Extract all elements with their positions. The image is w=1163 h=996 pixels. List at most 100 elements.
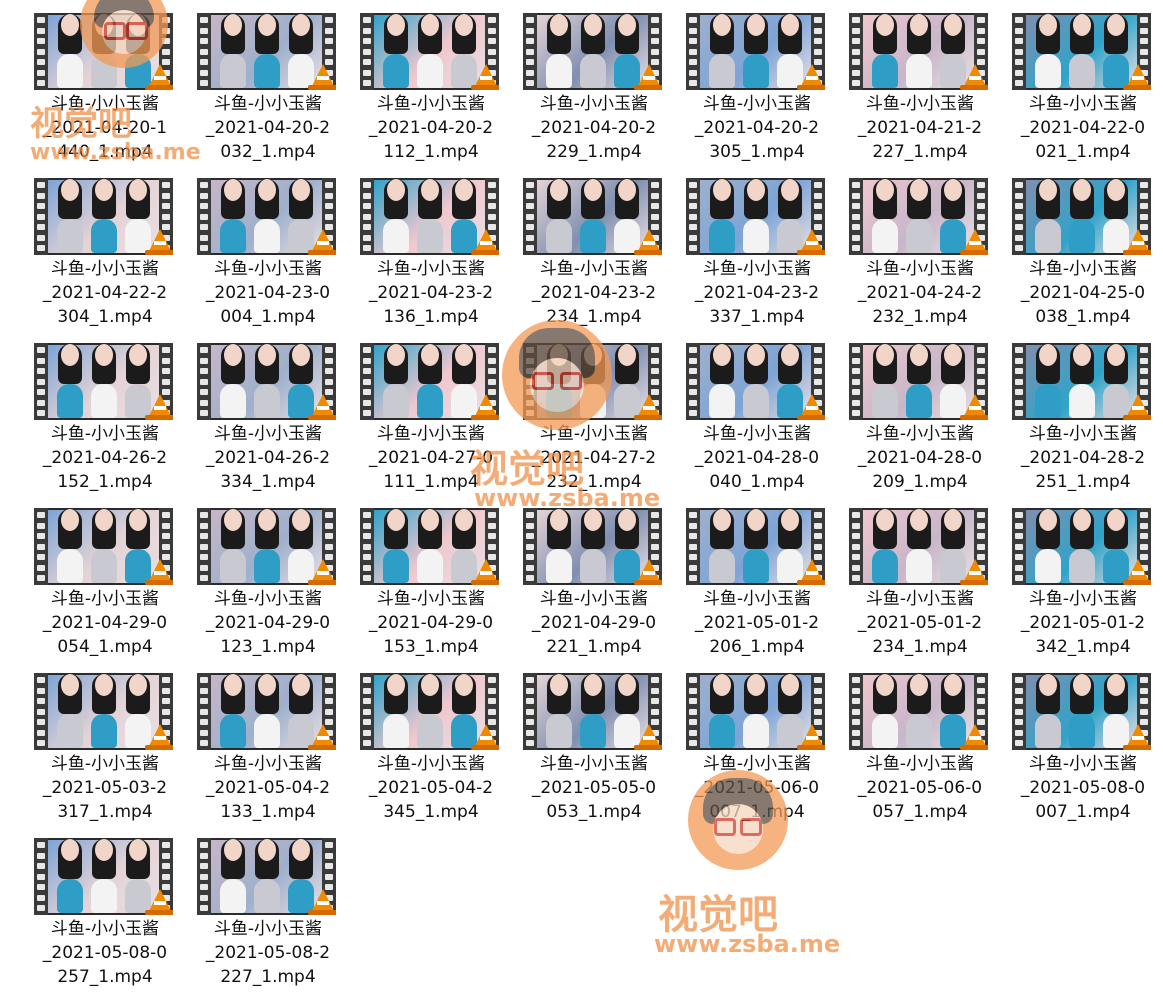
file-item[interactable]: 斗鱼-小小玉酱 _2021-05-06-0 057_1.mp4 xyxy=(825,660,988,825)
video-thumbnail[interactable] xyxy=(197,178,336,255)
file-item[interactable]: 斗鱼-小小玉酱 _2021-05-01-2 234_1.mp4 xyxy=(825,495,988,660)
video-thumbnail[interactable] xyxy=(523,343,662,420)
file-name[interactable]: 斗鱼-小小玉酱 _2021-05-06-0 007_1.mp4 xyxy=(662,752,852,824)
file-item[interactable]: 斗鱼-小小玉酱 _2021-04-20-1 440_1.mp4 xyxy=(10,0,173,165)
video-thumbnail[interactable] xyxy=(1012,508,1151,585)
video-thumbnail[interactable] xyxy=(523,178,662,255)
file-item[interactable]: 斗鱼-小小玉酱 _2021-05-04-2 345_1.mp4 xyxy=(336,660,499,825)
video-thumbnail[interactable] xyxy=(34,343,173,420)
file-item[interactable]: 斗鱼-小小玉酱 _2021-05-01-2 206_1.mp4 xyxy=(662,495,825,660)
video-thumbnail[interactable] xyxy=(686,178,825,255)
video-thumbnail[interactable] xyxy=(197,838,336,915)
file-item[interactable]: 斗鱼-小小玉酱 _2021-04-23-0 004_1.mp4 xyxy=(173,165,336,330)
file-name[interactable]: 斗鱼-小小玉酱 _2021-05-04-2 133_1.mp4 xyxy=(173,752,363,824)
video-thumbnail[interactable] xyxy=(197,13,336,90)
file-name[interactable]: 斗鱼-小小玉酱 _2021-04-29-0 054_1.mp4 xyxy=(10,587,200,659)
file-name[interactable]: 斗鱼-小小玉酱 _2021-05-05-0 053_1.mp4 xyxy=(499,752,689,824)
video-thumbnail[interactable] xyxy=(360,508,499,585)
file-name[interactable]: 斗鱼-小小玉酱 _2021-05-08-2 227_1.mp4 xyxy=(173,917,363,989)
video-thumbnail[interactable] xyxy=(360,343,499,420)
video-thumbnail[interactable] xyxy=(523,13,662,90)
file-name[interactable]: 斗鱼-小小玉酱 _2021-04-29-0 221_1.mp4 xyxy=(499,587,689,659)
file-item[interactable]: 斗鱼-小小玉酱 _2021-05-01-2 342_1.mp4 xyxy=(988,495,1151,660)
file-name[interactable]: 斗鱼-小小玉酱 _2021-04-20-1 440_1.mp4 xyxy=(10,92,200,164)
video-thumbnail[interactable] xyxy=(360,673,499,750)
file-name[interactable]: 斗鱼-小小玉酱 _2021-05-01-2 206_1.mp4 xyxy=(662,587,852,659)
video-thumbnail[interactable] xyxy=(1012,178,1151,255)
video-thumbnail[interactable] xyxy=(523,508,662,585)
file-item[interactable]: 斗鱼-小小玉酱 _2021-04-28-0 209_1.mp4 xyxy=(825,330,988,495)
file-name[interactable]: 斗鱼-小小玉酱 _2021-04-28-0 209_1.mp4 xyxy=(825,422,1015,494)
file-name[interactable]: 斗鱼-小小玉酱 _2021-05-01-2 342_1.mp4 xyxy=(988,587,1163,659)
file-item[interactable]: 斗鱼-小小玉酱 _2021-04-29-0 221_1.mp4 xyxy=(499,495,662,660)
file-item[interactable]: 斗鱼-小小玉酱 _2021-04-20-2 032_1.mp4 xyxy=(173,0,336,165)
file-name[interactable]: 斗鱼-小小玉酱 _2021-05-06-0 057_1.mp4 xyxy=(825,752,1015,824)
file-item[interactable]: 斗鱼-小小玉酱 _2021-04-22-0 021_1.mp4 xyxy=(988,0,1151,165)
file-name[interactable]: 斗鱼-小小玉酱 _2021-04-26-2 152_1.mp4 xyxy=(10,422,200,494)
file-name[interactable]: 斗鱼-小小玉酱 _2021-04-22-0 021_1.mp4 xyxy=(988,92,1163,164)
file-name[interactable]: 斗鱼-小小玉酱 _2021-05-03-2 317_1.mp4 xyxy=(10,752,200,824)
video-thumbnail[interactable] xyxy=(1012,673,1151,750)
video-thumbnail[interactable] xyxy=(197,343,336,420)
file-item[interactable]: 斗鱼-小小玉酱 _2021-04-26-2 334_1.mp4 xyxy=(173,330,336,495)
video-thumbnail[interactable] xyxy=(849,508,988,585)
file-name[interactable]: 斗鱼-小小玉酱 _2021-04-27-2 232_1.mp4 xyxy=(499,422,689,494)
video-thumbnail[interactable] xyxy=(686,343,825,420)
file-item[interactable]: 斗鱼-小小玉酱 _2021-04-28-2 251_1.mp4 xyxy=(988,330,1151,495)
file-name[interactable]: 斗鱼-小小玉酱 _2021-04-25-0 038_1.mp4 xyxy=(988,257,1163,329)
file-item[interactable]: 斗鱼-小小玉酱 _2021-05-08-2 227_1.mp4 xyxy=(173,825,336,990)
file-item[interactable]: 斗鱼-小小玉酱 _2021-04-29-0 123_1.mp4 xyxy=(173,495,336,660)
file-item[interactable]: 斗鱼-小小玉酱 _2021-04-20-2 305_1.mp4 xyxy=(662,0,825,165)
video-thumbnail[interactable] xyxy=(686,13,825,90)
file-name[interactable]: 斗鱼-小小玉酱 _2021-04-23-0 004_1.mp4 xyxy=(173,257,363,329)
file-item[interactable]: 斗鱼-小小玉酱 _2021-04-20-2 112_1.mp4 xyxy=(336,0,499,165)
file-name[interactable]: 斗鱼-小小玉酱 _2021-04-26-2 334_1.mp4 xyxy=(173,422,363,494)
video-thumbnail[interactable] xyxy=(1012,343,1151,420)
file-item[interactable]: 斗鱼-小小玉酱 _2021-04-23-2 136_1.mp4 xyxy=(336,165,499,330)
file-item[interactable]: 斗鱼-小小玉酱 _2021-04-26-2 152_1.mp4 xyxy=(10,330,173,495)
file-item[interactable]: 斗鱼-小小玉酱 _2021-04-29-0 153_1.mp4 xyxy=(336,495,499,660)
file-item[interactable]: 斗鱼-小小玉酱 _2021-04-23-2 337_1.mp4 xyxy=(662,165,825,330)
file-name[interactable]: 斗鱼-小小玉酱 _2021-04-20-2 112_1.mp4 xyxy=(336,92,526,164)
video-thumbnail[interactable] xyxy=(34,673,173,750)
video-thumbnail[interactable] xyxy=(1012,13,1151,90)
file-item[interactable]: 斗鱼-小小玉酱 _2021-04-29-0 054_1.mp4 xyxy=(10,495,173,660)
video-thumbnail[interactable] xyxy=(34,13,173,90)
file-item[interactable]: 斗鱼-小小玉酱 _2021-04-24-2 232_1.mp4 xyxy=(825,165,988,330)
file-item[interactable]: 斗鱼-小小玉酱 _2021-05-03-2 317_1.mp4 xyxy=(10,660,173,825)
video-thumbnail[interactable] xyxy=(360,13,499,90)
file-name[interactable]: 斗鱼-小小玉酱 _2021-04-23-2 234_1.mp4 xyxy=(499,257,689,329)
file-name[interactable]: 斗鱼-小小玉酱 _2021-04-28-2 251_1.mp4 xyxy=(988,422,1163,494)
video-thumbnail[interactable] xyxy=(686,508,825,585)
video-thumbnail[interactable] xyxy=(360,178,499,255)
file-item[interactable]: 斗鱼-小小玉酱 _2021-04-25-0 038_1.mp4 xyxy=(988,165,1151,330)
video-thumbnail[interactable] xyxy=(197,508,336,585)
video-thumbnail[interactable] xyxy=(686,673,825,750)
file-name[interactable]: 斗鱼-小小玉酱 _2021-05-08-0 257_1.mp4 xyxy=(10,917,200,989)
file-item[interactable]: 斗鱼-小小玉酱 _2021-04-22-2 304_1.mp4 xyxy=(10,165,173,330)
file-item[interactable]: 斗鱼-小小玉酱 _2021-05-05-0 053_1.mp4 xyxy=(499,660,662,825)
file-item[interactable]: 斗鱼-小小玉酱 _2021-05-04-2 133_1.mp4 xyxy=(173,660,336,825)
video-thumbnail[interactable] xyxy=(849,178,988,255)
file-item[interactable]: 斗鱼-小小玉酱 _2021-05-08-0 007_1.mp4 xyxy=(988,660,1151,825)
video-thumbnail[interactable] xyxy=(849,13,988,90)
file-item[interactable]: 斗鱼-小小玉酱 _2021-04-23-2 234_1.mp4 xyxy=(499,165,662,330)
file-name[interactable]: 斗鱼-小小玉酱 _2021-04-20-2 032_1.mp4 xyxy=(173,92,363,164)
file-name[interactable]: 斗鱼-小小玉酱 _2021-04-27-0 111_1.mp4 xyxy=(336,422,526,494)
file-name[interactable]: 斗鱼-小小玉酱 _2021-04-21-2 227_1.mp4 xyxy=(825,92,1015,164)
file-item[interactable]: 斗鱼-小小玉酱 _2021-04-28-0 040_1.mp4 xyxy=(662,330,825,495)
video-thumbnail[interactable] xyxy=(849,673,988,750)
file-name[interactable]: 斗鱼-小小玉酱 _2021-04-29-0 153_1.mp4 xyxy=(336,587,526,659)
file-item[interactable]: 斗鱼-小小玉酱 _2021-04-20-2 229_1.mp4 xyxy=(499,0,662,165)
file-name[interactable]: 斗鱼-小小玉酱 _2021-05-01-2 234_1.mp4 xyxy=(825,587,1015,659)
file-name[interactable]: 斗鱼-小小玉酱 _2021-05-04-2 345_1.mp4 xyxy=(336,752,526,824)
file-item[interactable]: 斗鱼-小小玉酱 _2021-04-21-2 227_1.mp4 xyxy=(825,0,988,165)
file-name[interactable]: 斗鱼-小小玉酱 _2021-04-22-2 304_1.mp4 xyxy=(10,257,200,329)
file-item[interactable]: 斗鱼-小小玉酱 _2021-04-27-2 232_1.mp4 xyxy=(499,330,662,495)
file-name[interactable]: 斗鱼-小小玉酱 _2021-04-24-2 232_1.mp4 xyxy=(825,257,1015,329)
file-name[interactable]: 斗鱼-小小玉酱 _2021-04-23-2 337_1.mp4 xyxy=(662,257,852,329)
video-thumbnail[interactable] xyxy=(523,673,662,750)
video-thumbnail[interactable] xyxy=(849,343,988,420)
file-name[interactable]: 斗鱼-小小玉酱 _2021-04-20-2 305_1.mp4 xyxy=(662,92,852,164)
file-name[interactable]: 斗鱼-小小玉酱 _2021-04-29-0 123_1.mp4 xyxy=(173,587,363,659)
